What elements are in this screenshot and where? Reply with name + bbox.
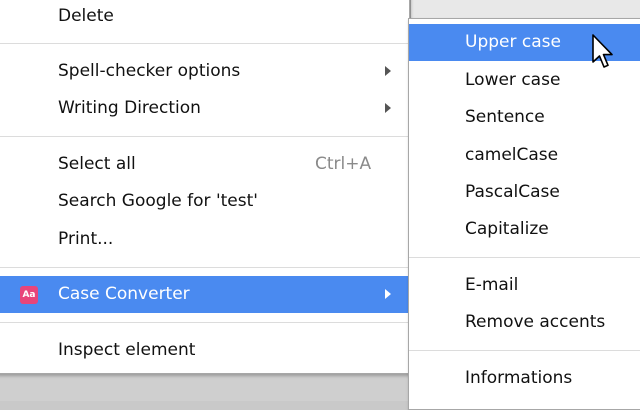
submenu-separator [409,350,640,351]
case-converter-submenu: Upper case Lower case Sentence camelCase… [408,18,640,410]
submenu-item-camelcase[interactable]: camelCase [409,137,640,174]
menu-item-print[interactable]: Print... [0,221,409,258]
menu-item-label: Writing Direction [58,98,201,118]
submenu-item-informations[interactable]: Informations [409,360,640,397]
background-window [410,0,640,18]
menu-item-spell-checker[interactable]: Spell-checker options [0,53,409,90]
submenu-item-remove-accents[interactable]: Remove accents [409,304,640,341]
submenu-arrow-icon [385,103,391,113]
context-menu: Delete Spell-checker options Writing Dir… [0,0,410,374]
submenu-item-label: PascalCase [465,182,560,202]
case-converter-icon: Aa [20,286,38,304]
submenu-item-label: Upper case [465,32,561,52]
submenu-item-label: E-mail [465,275,519,295]
mouse-cursor-icon [592,34,613,68]
submenu-item-capitalize[interactable]: Capitalize [409,211,640,248]
submenu-item-label: Lower case [465,70,561,90]
menu-item-label: Case Converter [58,284,190,304]
shortcut-label: Ctrl+A [315,154,372,174]
menu-item-label: Select all [58,154,136,174]
menu-item-search-google[interactable]: Search Google for 'test' [0,183,409,220]
submenu-item-label: Remove accents [465,312,606,332]
menu-separator [0,322,409,323]
menu-separator [0,267,409,268]
submenu-item-label: Capitalize [465,219,549,239]
menu-item-delete[interactable]: Delete [0,0,409,35]
menu-item-label: Inspect element [58,340,196,360]
menu-item-label: Spell-checker options [58,61,241,81]
submenu-item-email[interactable]: E-mail [409,267,640,304]
submenu-item-sentence[interactable]: Sentence [409,99,640,136]
menu-item-writing-direction[interactable]: Writing Direction [0,90,409,127]
submenu-item-pascalcase[interactable]: PascalCase [409,174,640,211]
menu-separator [0,43,409,44]
menu-item-select-all[interactable]: Select all Ctrl+A [0,146,409,183]
submenu-arrow-icon [385,289,391,299]
submenu-item-label: Sentence [465,107,545,127]
menu-item-case-converter[interactable]: Aa Case Converter [0,276,409,313]
submenu-item-label: camelCase [465,145,559,165]
menu-item-label: Search Google for 'test' [58,191,258,211]
submenu-arrow-icon [385,66,391,76]
menu-item-inspect-element[interactable]: Inspect element [0,332,409,369]
submenu-separator [409,257,640,258]
menu-item-label: Delete [58,6,114,26]
submenu-item-label: Informations [465,368,573,388]
menu-item-label: Print... [58,229,114,249]
menu-separator [0,136,409,137]
